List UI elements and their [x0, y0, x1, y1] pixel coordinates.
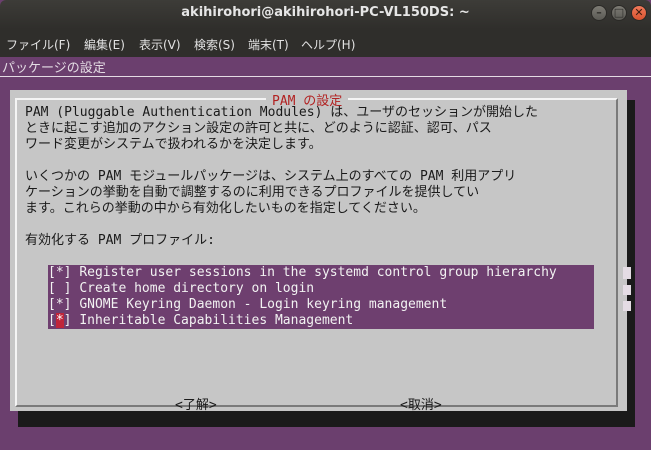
- list-item-label: Inheritable Capabilities Management: [79, 313, 354, 328]
- list-item[interactable]: [*] GNOME Keyring Daemon - Login keyring…: [48, 297, 594, 313]
- scrollbar-track[interactable]: [623, 301, 631, 311]
- backtitle-divider: [0, 76, 651, 77]
- description-line-6: ます。これらの挙動の中から有効化したいものを指定してください。: [25, 201, 426, 216]
- scrollbar-track[interactable]: [623, 285, 631, 295]
- menu-help[interactable]: ヘルプ(H): [301, 36, 355, 53]
- terminal-area[interactable]: パッケージの設定 PAM の設定 PAM (Pluggable Authenti…: [0, 57, 651, 450]
- description-line-4: いくつかの PAM モジュールパッケージは、システム上のすべての PAM 利用ア…: [25, 169, 517, 184]
- menu-view[interactable]: 表示(V): [139, 36, 181, 53]
- checkbox[interactable]: [*]: [48, 313, 71, 329]
- checkbox[interactable]: [ ]: [48, 281, 71, 297]
- list-item[interactable]: [ ] Create home directory on login: [48, 281, 594, 297]
- profile-list[interactable]: [*] Register user sessions in the system…: [48, 265, 631, 329]
- close-button[interactable]: ✕: [631, 5, 647, 21]
- list-item-selected[interactable]: [*] Inheritable Capabilities Management: [48, 313, 594, 329]
- menu-edit[interactable]: 編集(E): [84, 36, 125, 53]
- description-line-3: ワード変更がシステムで扱われるかを決定します。: [25, 137, 322, 152]
- window-title: akihirohori@akihirohori-PC-VL150DS: ~: [181, 5, 470, 20]
- menu-file[interactable]: ファイル(F): [6, 36, 70, 53]
- checkbox[interactable]: [*]: [48, 265, 71, 281]
- maximize-button[interactable]: □: [611, 5, 627, 21]
- checkbox[interactable]: [*]: [48, 297, 71, 313]
- backtitle: パッケージの設定: [2, 61, 106, 76]
- description-line-1: PAM (Pluggable Authentication Modules) は…: [25, 105, 538, 120]
- description-line-5: ケーションの挙動を自動で調整するのに利用できるプロファイルを提供してい: [25, 185, 480, 200]
- menu-bar: ファイル(F) 編集(E) 表示(V) 検索(S) 端末(T) ヘルプ(H): [0, 29, 651, 57]
- list-item-label: GNOME Keyring Daemon - Login keyring man…: [79, 297, 448, 312]
- cancel-button[interactable]: <取消>: [400, 394, 442, 413]
- menu-search[interactable]: 検索(S): [194, 36, 235, 53]
- minimize-button[interactable]: –: [591, 5, 607, 21]
- pam-config-dialog: PAM の設定 PAM (Pluggable Authentication Mo…: [10, 90, 631, 413]
- menu-terminal[interactable]: 端末(T): [248, 36, 289, 53]
- list-item-label: Register user sessions in the systemd co…: [79, 265, 557, 280]
- list-item-label: Create home directory on login: [79, 281, 315, 296]
- ok-button[interactable]: <了解>: [175, 394, 217, 413]
- window-titlebar[interactable]: akihirohori@akihirohori-PC-VL150DS: ~ – …: [0, 0, 651, 29]
- profile-prompt: 有効化する PAM プロファイル:: [25, 233, 215, 248]
- description-line-2: ときに起こす追加のアクション設定の許可と共に、どのように認証、認可、パス: [25, 121, 492, 136]
- scrollbar-thumb[interactable]: [623, 267, 631, 279]
- list-item[interactable]: [*] Register user sessions in the system…: [48, 265, 594, 281]
- cursor-highlight: *: [55, 313, 64, 328]
